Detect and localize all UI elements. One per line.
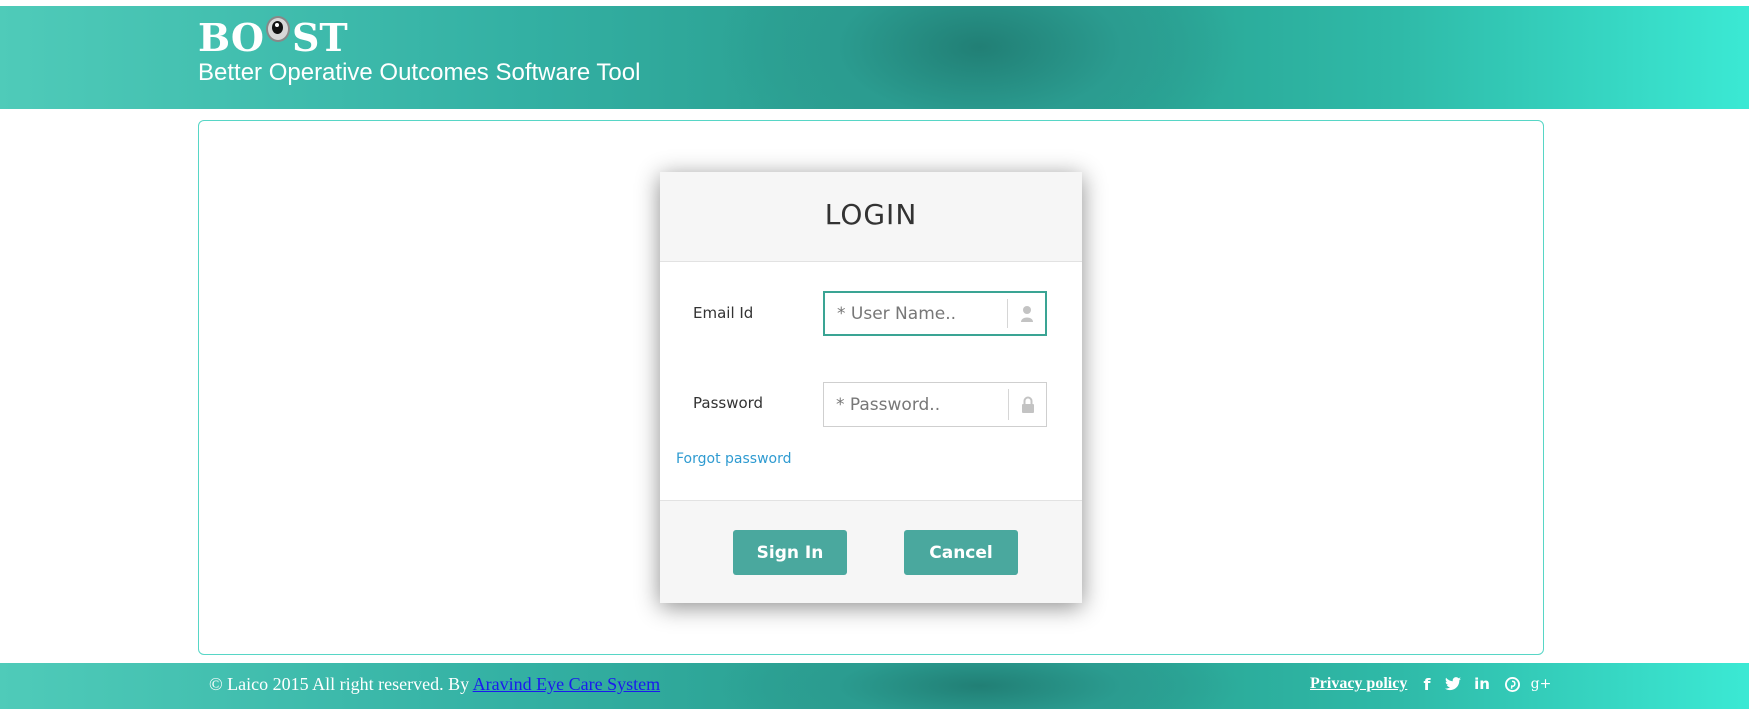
sign-in-button[interactable]: Sign In — [733, 530, 847, 575]
copyright-text: © Laico 2015 All right reserved. By — [209, 674, 470, 694]
boost-logo[interactable]: BO ST — [198, 16, 348, 60]
login-title: LOGIN — [824, 198, 918, 231]
email-label: Email Id — [693, 304, 754, 322]
facebook-icon[interactable]: f — [1420, 673, 1434, 695]
google-plus-icon[interactable]: g+ — [1530, 673, 1552, 695]
logo-text-end: ST — [291, 15, 348, 60]
password-label: Password — [693, 394, 764, 412]
password-input[interactable] — [824, 383, 1010, 426]
password-input-group — [823, 382, 1047, 427]
email-input[interactable] — [825, 293, 1011, 334]
login-dialog: LOGIN Email Id Password Forgot password … — [660, 172, 1082, 603]
linkedin-icon[interactable]: in — [1472, 673, 1492, 695]
forgot-password-link[interactable]: Forgot password — [676, 451, 792, 467]
logo-text-start: BO — [198, 15, 264, 60]
login-header: LOGIN — [660, 172, 1082, 262]
email-input-group — [823, 291, 1047, 336]
copyright-notice: © Laico 2015 All right reserved. By Arav… — [209, 674, 660, 695]
cancel-button[interactable]: Cancel — [904, 530, 1018, 575]
user-icon — [1007, 299, 1045, 328]
login-footer: Sign In Cancel — [660, 500, 1082, 603]
eye-icon — [265, 16, 290, 42]
privacy-policy-link[interactable]: Privacy policy — [1310, 675, 1407, 693]
site-tagline: Better Operative Outcomes Software Tool — [198, 59, 641, 86]
twitter-icon[interactable] — [1443, 673, 1463, 695]
site-header: BO ST Better Operative Outcomes Software … — [0, 6, 1749, 109]
company-link[interactable]: Aravind Eye Care System — [473, 674, 660, 694]
pinterest-icon[interactable] — [1503, 673, 1521, 695]
site-footer: © Laico 2015 All right reserved. By Arav… — [0, 663, 1749, 709]
lock-icon — [1008, 389, 1046, 420]
